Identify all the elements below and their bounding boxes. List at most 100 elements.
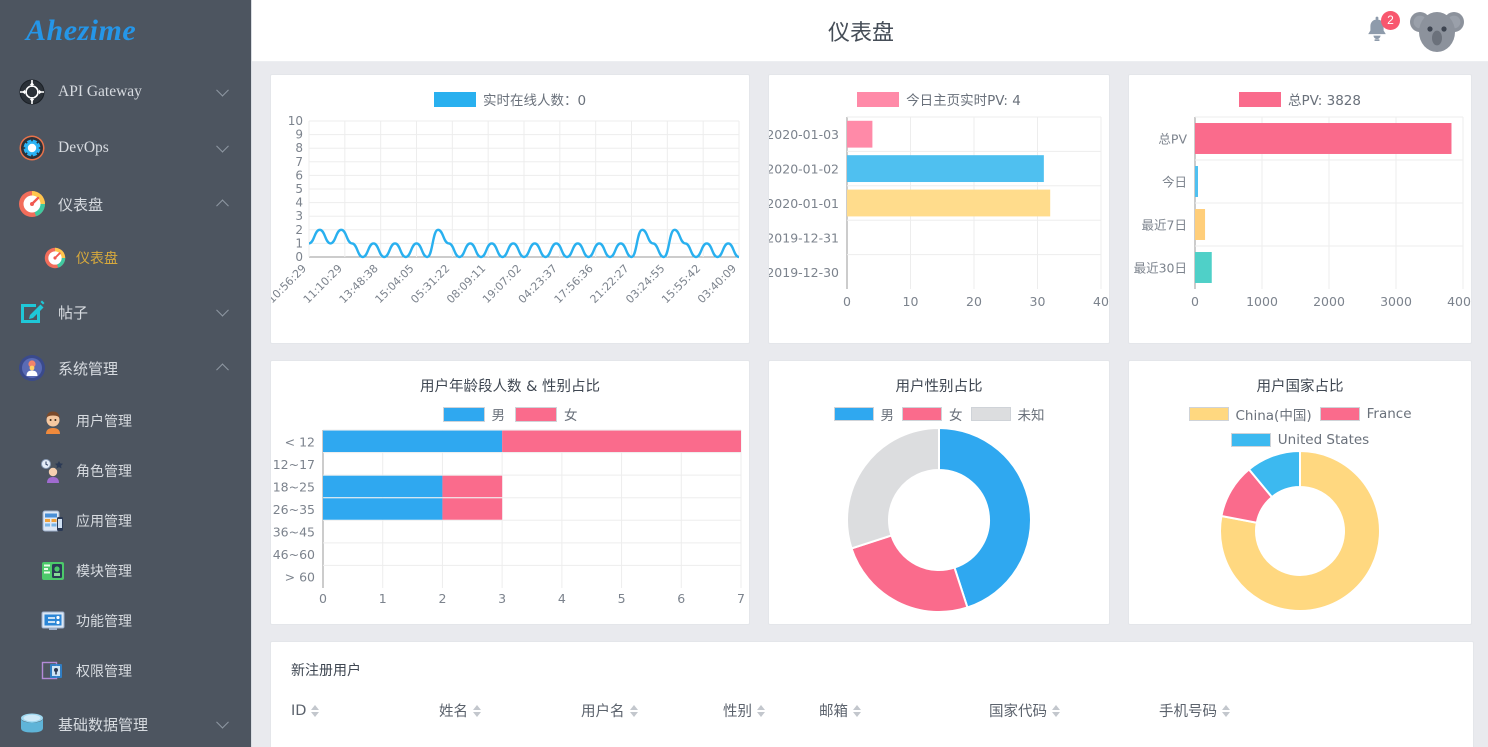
sidebar-subitem-label: 功能管理 [76,614,132,630]
legend-item[interactable]: 男 [442,404,506,424]
svg-text:2019-12-31: 2019-12-31 [769,230,839,245]
sort-arrows-icon[interactable] [311,704,320,717]
sidebar-item-dashboard-child[interactable]: 仪表盘 [0,232,251,284]
table-column-header[interactable]: ID [291,703,439,719]
table-column-header[interactable]: 姓名 [439,700,581,721]
svg-text:6: 6 [677,591,685,606]
svg-text:7: 7 [737,591,745,606]
legend-swatch [1319,407,1360,421]
sidebar-subitem-label: 角色管理 [76,464,132,480]
notifications-button[interactable]: 2 [1360,10,1400,48]
table-column-header[interactable]: 性别 [723,700,819,721]
gauge-icon [18,190,46,218]
function-monitor-icon [40,608,66,634]
sidebar-item-api-gateway[interactable]: API Gateway [0,64,251,120]
legend-swatch [902,407,942,421]
sidebar-subitem-label: 用户管理 [76,414,132,430]
sidebar-subitem-function-management[interactable]: 功能管理 [0,596,251,646]
svg-text:3: 3 [295,209,303,223]
svg-text:1: 1 [295,236,303,250]
legend-label: France [1366,406,1412,422]
sidebar-subitem-app-management[interactable]: 应用管理 [0,496,251,546]
legend-today-pv: 今日主页实时PV: 4 [769,89,1109,109]
sidebar-item-label: DevOps [58,139,109,156]
main-area: 仪表盘 2 实时在线人数：0 0 1 2 3 4 5 6 7 8 9 10 10… [252,0,1488,747]
sort-arrows-icon[interactable] [853,704,861,717]
chevron-down-icon [216,139,229,153]
svg-text:4: 4 [558,591,566,606]
user-avatar-icon [40,408,66,434]
svg-text:26~35: 26~35 [273,502,315,517]
svg-text:3000: 3000 [1380,294,1412,309]
legend-item[interactable]: 实时在线人数：0 [433,89,586,109]
sort-arrows-icon[interactable] [629,704,638,717]
table-column-label: 国家代码 [989,704,1047,720]
sidebar-item-devops[interactable]: DevOps [0,120,251,176]
sort-arrows-icon[interactable] [473,704,481,717]
sidebar-subitem-permission-management[interactable]: 权限管理 [0,646,251,696]
plot-realtime-online: 0 1 2 3 4 5 6 7 8 9 10 10:56:29 11:10:29 13:48:38 15:0… [265,109,749,319]
app-root: Ahezime API Gateway DevOps 仪表盘 仪表盘 帖子 系统… [0,0,1488,747]
legend-total-pv: 总PV: 3828 [1129,89,1471,109]
legend-swatch [1188,407,1229,421]
gear-circle-icon [18,134,46,162]
legend-swatch [833,407,874,421]
legend-item[interactable]: France [1319,406,1412,422]
koala-avatar[interactable] [1408,6,1466,56]
sidebar-item-label: 仪表盘 [58,195,104,214]
legend-item[interactable]: 今日主页实时PV: 4 [857,89,1021,109]
legend-item[interactable]: 未知 [970,404,1045,424]
svg-text:10: 10 [288,114,303,128]
legend-item[interactable]: 女 [515,404,578,424]
sidebar-subitem-role-management[interactable]: 角色管理 [0,446,251,496]
sidebar-subitem-module-management[interactable]: 模块管理 [0,546,251,596]
svg-text:30: 30 [1030,294,1046,309]
settings-people-icon [18,354,46,382]
sidebar-item-system-management[interactable]: 系统管理 [0,340,251,396]
svg-text:40: 40 [1093,294,1109,309]
sort-arrows-icon[interactable] [1222,704,1230,717]
legend-swatch [970,407,1011,421]
legend-item[interactable]: United States [1230,432,1370,448]
card-title-country-ratio: 用户国家占比 [1256,379,1344,395]
card-realtime-online: 实时在线人数：0 0 1 2 3 4 5 6 7 8 9 10 10:56:29 11:10:29 13:… [265,74,750,344]
sidebar-subitem-label: 模块管理 [76,564,132,580]
role-clock-icon [40,458,66,484]
legend-label: 女 [949,408,963,424]
legend-label: 今日主页实时PV: 4 [906,93,1021,109]
plot-total-pv: 0 1000 2000 3000 4000 最近30日 最近7日 今日 总PV [1129,109,1479,319]
bell-icon [1360,16,1394,52]
legend-label: 男 [491,408,506,424]
chevron-down-icon [216,83,229,97]
sidebar-item-basic-data-management[interactable]: 基础数据管理 [0,696,251,747]
svg-text:4: 4 [295,196,303,210]
legend-item[interactable]: 女 [902,404,963,424]
legend-label: 女 [564,408,578,424]
table-column-header[interactable]: 用户名 [581,700,723,721]
sort-arrows-icon[interactable] [757,704,765,717]
legend-item[interactable]: 男 [833,404,894,424]
legend-swatch [433,91,476,107]
legend-label: 总PV: 3828 [1288,93,1361,109]
page-title: 仪表盘 [827,20,894,46]
svg-text:2020-01-01: 2020-01-01 [769,196,839,211]
table-column-header[interactable]: 国家代码 [989,700,1159,721]
svg-text:8: 8 [295,141,303,155]
sort-arrows-icon[interactable] [1052,704,1060,717]
svg-text:18~25: 18~25 [273,479,315,494]
sidebar-item-dashboard[interactable]: 仪表盘 [0,176,251,232]
brand-logo[interactable]: Ahezime [0,0,251,62]
svg-text:2000: 2000 [1313,294,1345,309]
table-column-header[interactable]: 邮箱 [819,700,989,721]
legend-label: United States [1277,432,1370,448]
svg-text:1000: 1000 [1246,294,1278,309]
legend-item[interactable]: 总PV: 3828 [1239,89,1361,109]
app-window-icon [40,508,66,534]
svg-text:36~45: 36~45 [273,525,315,540]
table-column-header[interactable]: 手机号码 [1159,700,1299,721]
topbar-actions: 2 [1360,6,1488,56]
legend-item[interactable]: China(中国) [1188,404,1312,424]
sidebar-subitem-user-management[interactable]: 用户管理 [0,396,251,446]
sidebar-item-posts[interactable]: 帖子 [0,284,251,340]
svg-text:3: 3 [498,591,506,606]
